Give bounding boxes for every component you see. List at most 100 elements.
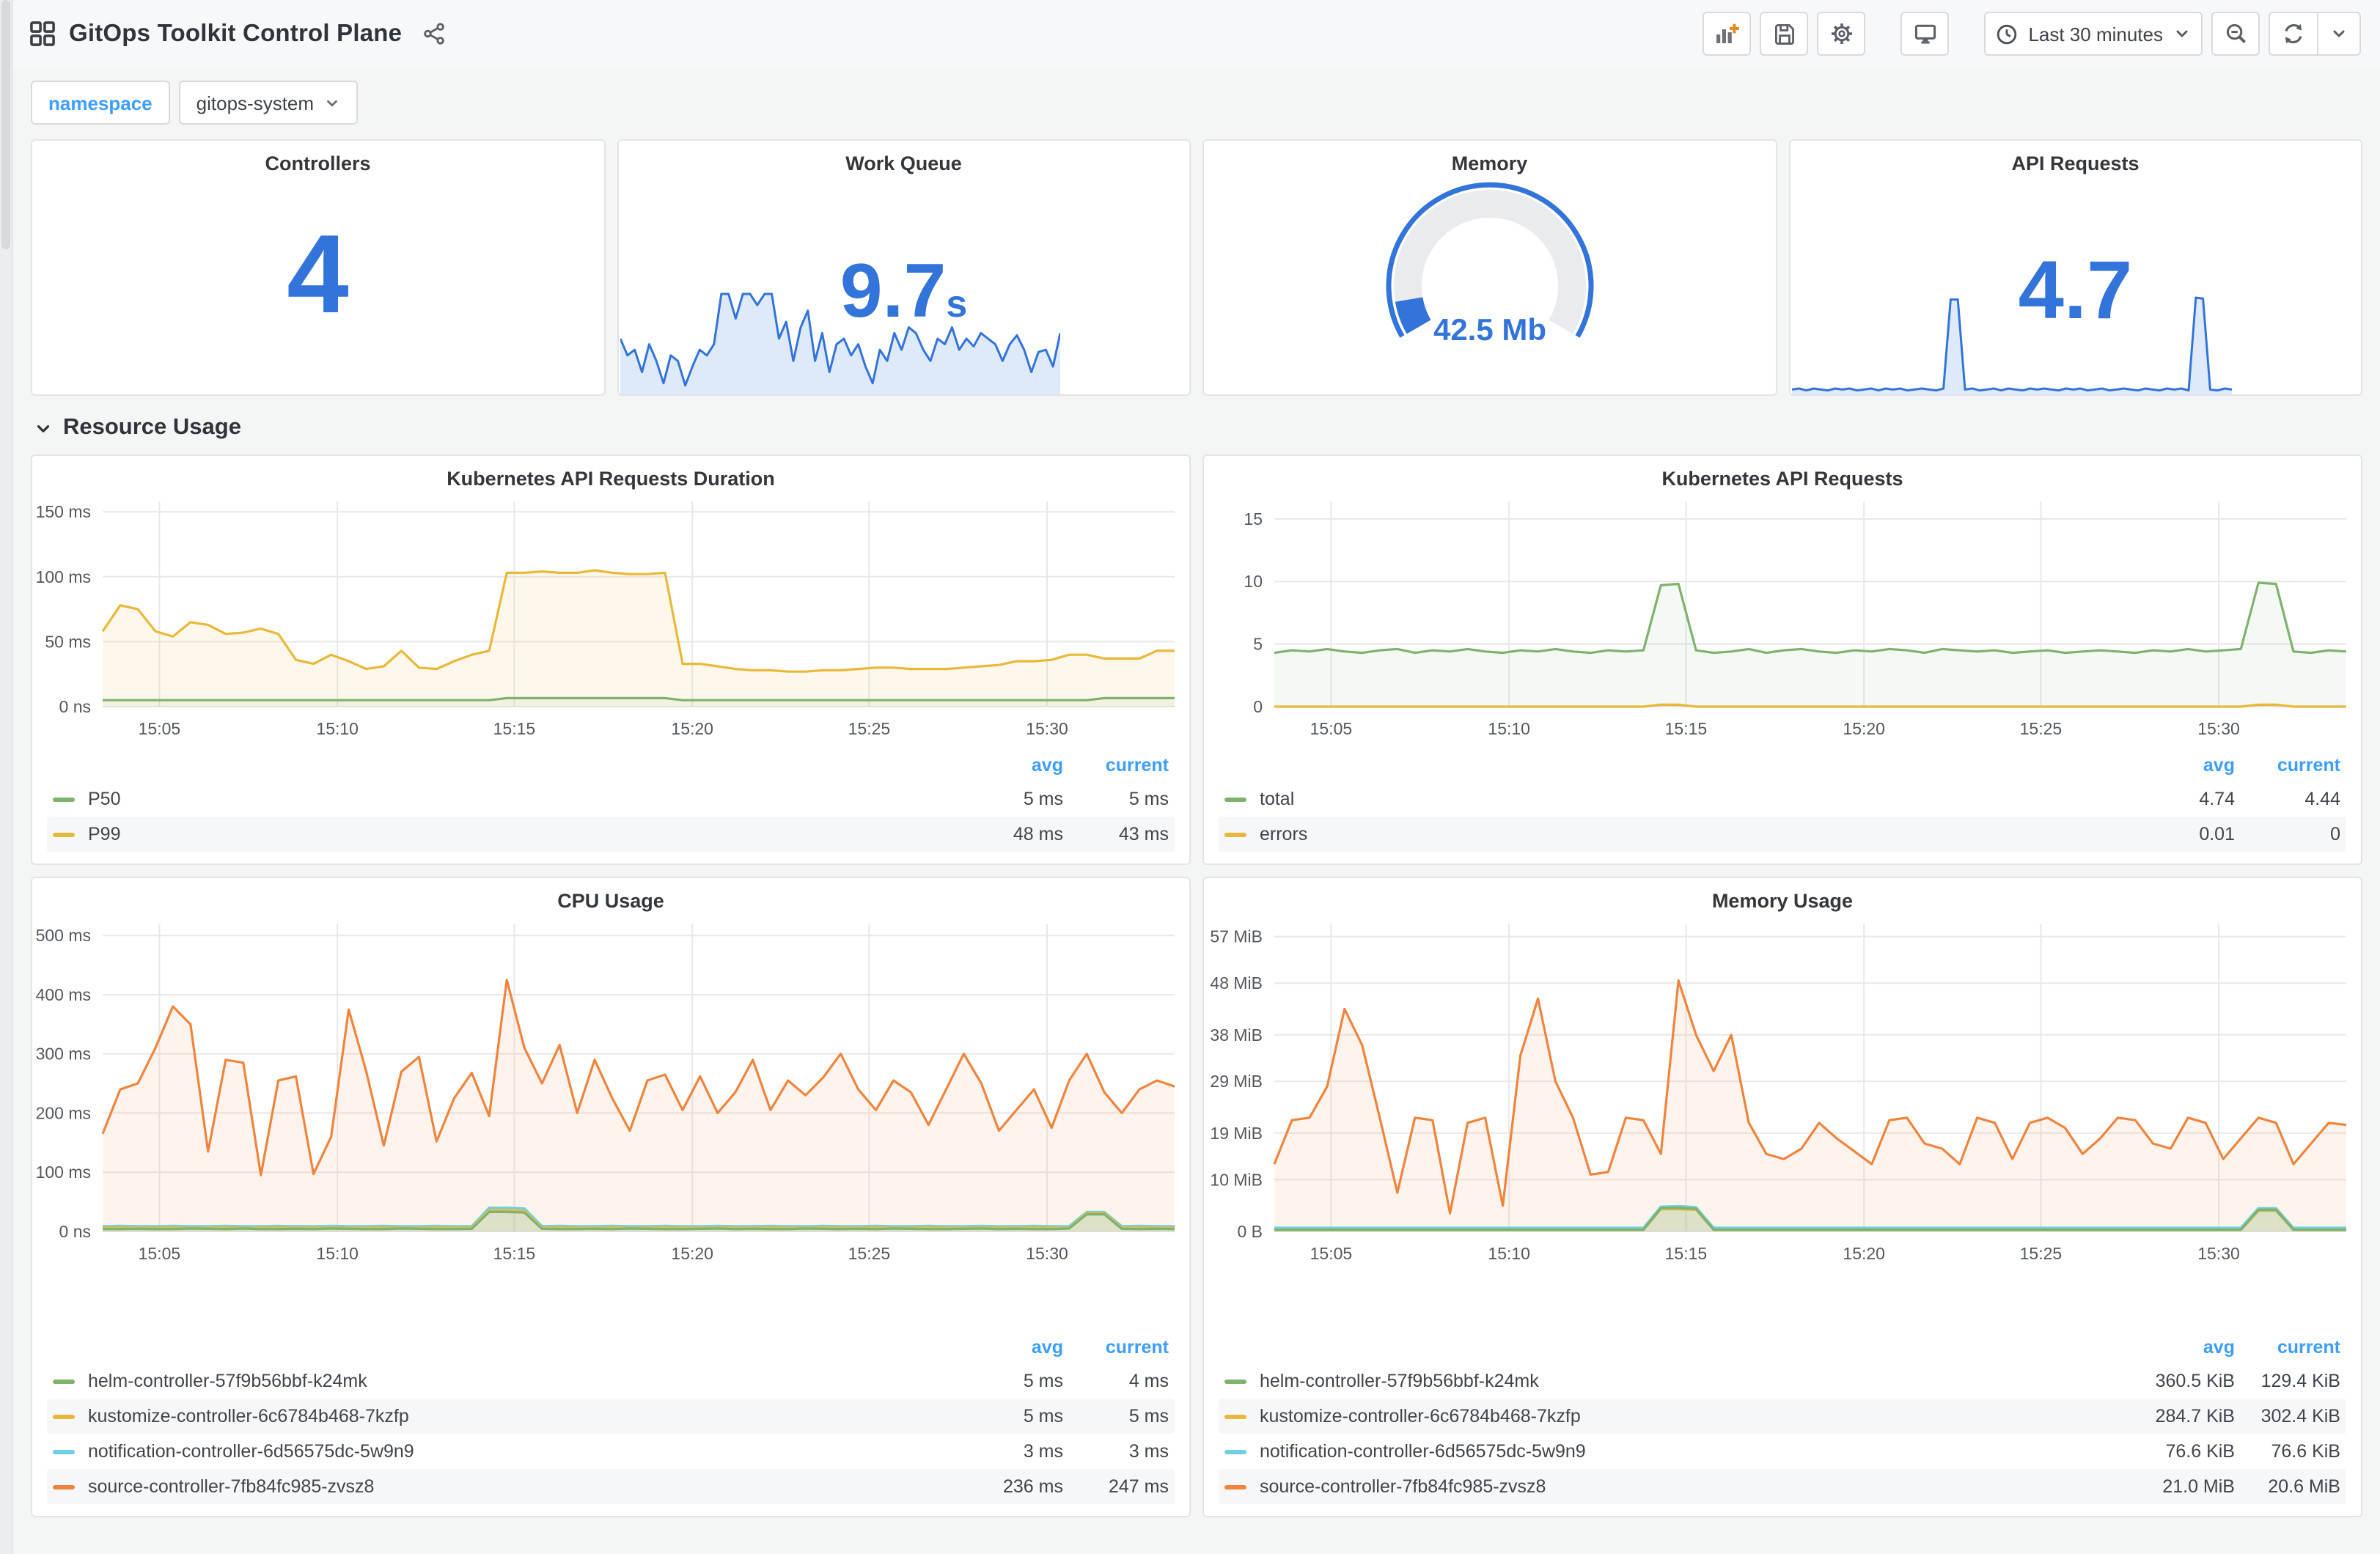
legend-header: avg current	[1219, 1331, 2346, 1363]
svg-text:42.5 Mb: 42.5 Mb	[1433, 312, 1546, 347]
svg-text:15:05: 15:05	[139, 1244, 181, 1263]
series-color-dash	[1224, 797, 1246, 801]
legend-col-avg[interactable]: avg	[2112, 1337, 2235, 1358]
namespace-label: namespace	[31, 81, 170, 125]
svg-text:15:25: 15:25	[2020, 1244, 2063, 1263]
chart-row-top: Kubernetes API Requests Duration 15:05 15…	[31, 454, 2362, 865]
legend-col-current[interactable]: current	[2235, 755, 2340, 776]
panel-title[interactable]: API Requests	[1790, 141, 2361, 174]
svg-text:100 ms: 100 ms	[36, 1163, 91, 1182]
section-resource-usage[interactable]: Resource Usage	[34, 415, 2362, 441]
memory-gauge[interactable]: 42.5 Mb	[1365, 177, 1615, 391]
svg-text:10: 10	[1244, 572, 1263, 591]
legend-row[interactable]: kustomize-controller-6c6784b468-7kzfp 284…	[1219, 1399, 2346, 1434]
svg-text:15:20: 15:20	[1843, 719, 1885, 738]
legend-row[interactable]: kustomize-controller-6c6784b468-7kzfp 5 m…	[47, 1399, 1175, 1434]
dashboard-header: GitOps Toolkit Control Plane Last 30 min…	[13, 0, 2380, 67]
left-scrollbar[interactable]	[0, 0, 13, 1554]
svg-text:15:15: 15:15	[493, 1244, 536, 1263]
series-current-value: 4 ms	[1128, 1371, 1169, 1391]
page-title[interactable]: GitOps Toolkit Control Plane	[69, 20, 402, 48]
dashboard-settings-button[interactable]	[1817, 12, 1866, 56]
legend-row[interactable]: notification-controller-6d56575dc-5w9n9 7…	[1219, 1434, 2346, 1469]
panel-title[interactable]: Memory Usage	[1204, 878, 2361, 912]
legend-row[interactable]: P99 48 ms 43 ms	[47, 817, 1175, 852]
series-current-value: 0	[2330, 824, 2340, 844]
legend-header: avg current	[47, 749, 1175, 781]
scrollbar-thumb[interactable]	[1, 0, 10, 249]
series-avg-value: 360.5 KiB	[2155, 1371, 2235, 1391]
series-name: total	[1260, 789, 1295, 809]
panel-title[interactable]: Work Queue	[618, 141, 1189, 174]
svg-text:29 MiB: 29 MiB	[1210, 1072, 1263, 1091]
series-name: kustomize-controller-6c6784b468-7kzfp	[1260, 1406, 1581, 1426]
chart-canvas[interactable]: 15:05 15:10 15:15 15:20 15:25 15:30 0 B 10 MiB 1…	[1204, 912, 2361, 1270]
panel-cpu-usage: CPU Usage 15:05 15:10 15:15 15:20 15:25 15:30…	[31, 877, 1191, 1517]
chart-canvas[interactable]: 15:05 15:10 15:15 15:20 15:25 15:30 0 ns 50 ms 1…	[32, 490, 1189, 745]
legend-col-avg[interactable]: avg	[940, 1337, 1063, 1358]
chart-legend: avg current helm-controller-57f9b56bbf-k24…	[47, 1331, 1175, 1504]
series-current-value: 247 ms	[1109, 1476, 1169, 1497]
series-current-value: 302.4 KiB	[2260, 1406, 2340, 1426]
legend-row[interactable]: helm-controller-57f9b56bbf-k24mk 360.5 Ki…	[1219, 1363, 2346, 1399]
panel-title[interactable]: CPU Usage	[32, 878, 1189, 912]
series-name: errors	[1260, 824, 1308, 844]
panel-work-queue: Work Queue 9.7s	[617, 139, 1191, 396]
legend-row[interactable]: notification-controller-6d56575dc-5w9n9 3…	[47, 1434, 1175, 1469]
svg-text:15:05: 15:05	[139, 719, 181, 738]
legend-row[interactable]: total 4.74 4.44	[1219, 781, 2346, 817]
legend-row[interactable]: errors 0.01 0	[1219, 817, 2346, 852]
save-dashboard-button[interactable]	[1760, 12, 1809, 56]
svg-text:100 ms: 100 ms	[36, 567, 91, 586]
save-icon	[1772, 22, 1796, 45]
panel-title[interactable]: Kubernetes API Requests	[1204, 456, 2361, 490]
series-name: P99	[88, 824, 121, 844]
svg-text:15:05: 15:05	[1310, 1244, 1353, 1263]
legend-col-current[interactable]: current	[2235, 1337, 2340, 1358]
svg-text:15:15: 15:15	[1665, 719, 1708, 738]
panel-title[interactable]: Kubernetes API Requests Duration	[32, 456, 1189, 490]
refresh-icon[interactable]	[2270, 13, 2317, 54]
stat-row: Controllers 4 Work Queue 9.7s Memory 42.…	[31, 139, 2362, 396]
series-color-dash	[1224, 1379, 1246, 1383]
namespace-select[interactable]: gitops-system	[178, 81, 359, 125]
share-alt-icon[interactable]	[422, 22, 446, 45]
svg-text:15:30: 15:30	[1026, 1244, 1068, 1263]
legend-col-current[interactable]: current	[1063, 755, 1169, 776]
series-color-dash	[1224, 832, 1246, 836]
legend-col-current[interactable]: current	[1063, 1337, 1169, 1358]
series-avg-value: 0.01	[2199, 824, 2235, 844]
chart-canvas[interactable]: 15:05 15:10 15:15 15:20 15:25 15:30 0 ns 100 ms…	[32, 912, 1189, 1270]
series-name: notification-controller-6d56575dc-5w9n9	[1260, 1441, 1586, 1462]
legend-row[interactable]: source-controller-7fb84fc985-zvsz8 236 ms…	[47, 1469, 1175, 1504]
svg-text:15:30: 15:30	[2197, 719, 2240, 738]
dashboard-grid-icon[interactable]	[29, 21, 56, 47]
panel-k8s-api-requests-duration: Kubernetes API Requests Duration 15:05 15…	[31, 454, 1191, 865]
svg-text:300 ms: 300 ms	[36, 1045, 91, 1064]
time-range-picker[interactable]: Last 30 minutes	[1984, 12, 2203, 56]
series-avg-value: 3 ms	[1023, 1441, 1063, 1462]
svg-text:15:10: 15:10	[1488, 719, 1530, 738]
series-current-value: 76.6 KiB	[2271, 1441, 2340, 1462]
panel-title[interactable]: Memory	[1204, 141, 1775, 174]
legend-row[interactable]: P50 5 ms 5 ms	[47, 781, 1175, 817]
chart-legend: avg current total 4.74 4.44 errors 0.01 0	[1219, 749, 2346, 852]
zoom-out-button[interactable]	[2211, 12, 2260, 56]
refresh-interval-dropdown[interactable]	[2317, 13, 2359, 54]
svg-text:15:25: 15:25	[848, 719, 891, 738]
chart-legend: avg current helm-controller-57f9b56bbf-k24…	[1219, 1331, 2346, 1504]
series-color-dash	[1224, 1449, 1246, 1454]
svg-text:15:05: 15:05	[1310, 719, 1353, 738]
chart-canvas[interactable]: 15:05 15:10 15:15 15:20 15:25 15:30 0 5 10 15	[1204, 490, 2361, 745]
cycle-view-mode-button[interactable]	[1900, 12, 1950, 56]
svg-text:15:10: 15:10	[316, 719, 359, 738]
legend-col-avg[interactable]: avg	[2112, 755, 2235, 776]
svg-text:0 ns: 0 ns	[59, 1222, 91, 1241]
grafana-dashboard: GitOps Toolkit Control Plane Last 30 min…	[0, 0, 2380, 1554]
legend-row[interactable]: helm-controller-57f9b56bbf-k24mk 5 ms 4 ms	[47, 1363, 1175, 1399]
legend-row[interactable]: source-controller-7fb84fc985-zvsz8 21.0 M…	[1219, 1469, 2346, 1504]
zoom-out-icon	[2224, 22, 2247, 45]
add-panel-button[interactable]	[1703, 12, 1752, 56]
legend-col-avg[interactable]: avg	[940, 755, 1063, 776]
panel-title[interactable]: Controllers	[32, 141, 603, 174]
